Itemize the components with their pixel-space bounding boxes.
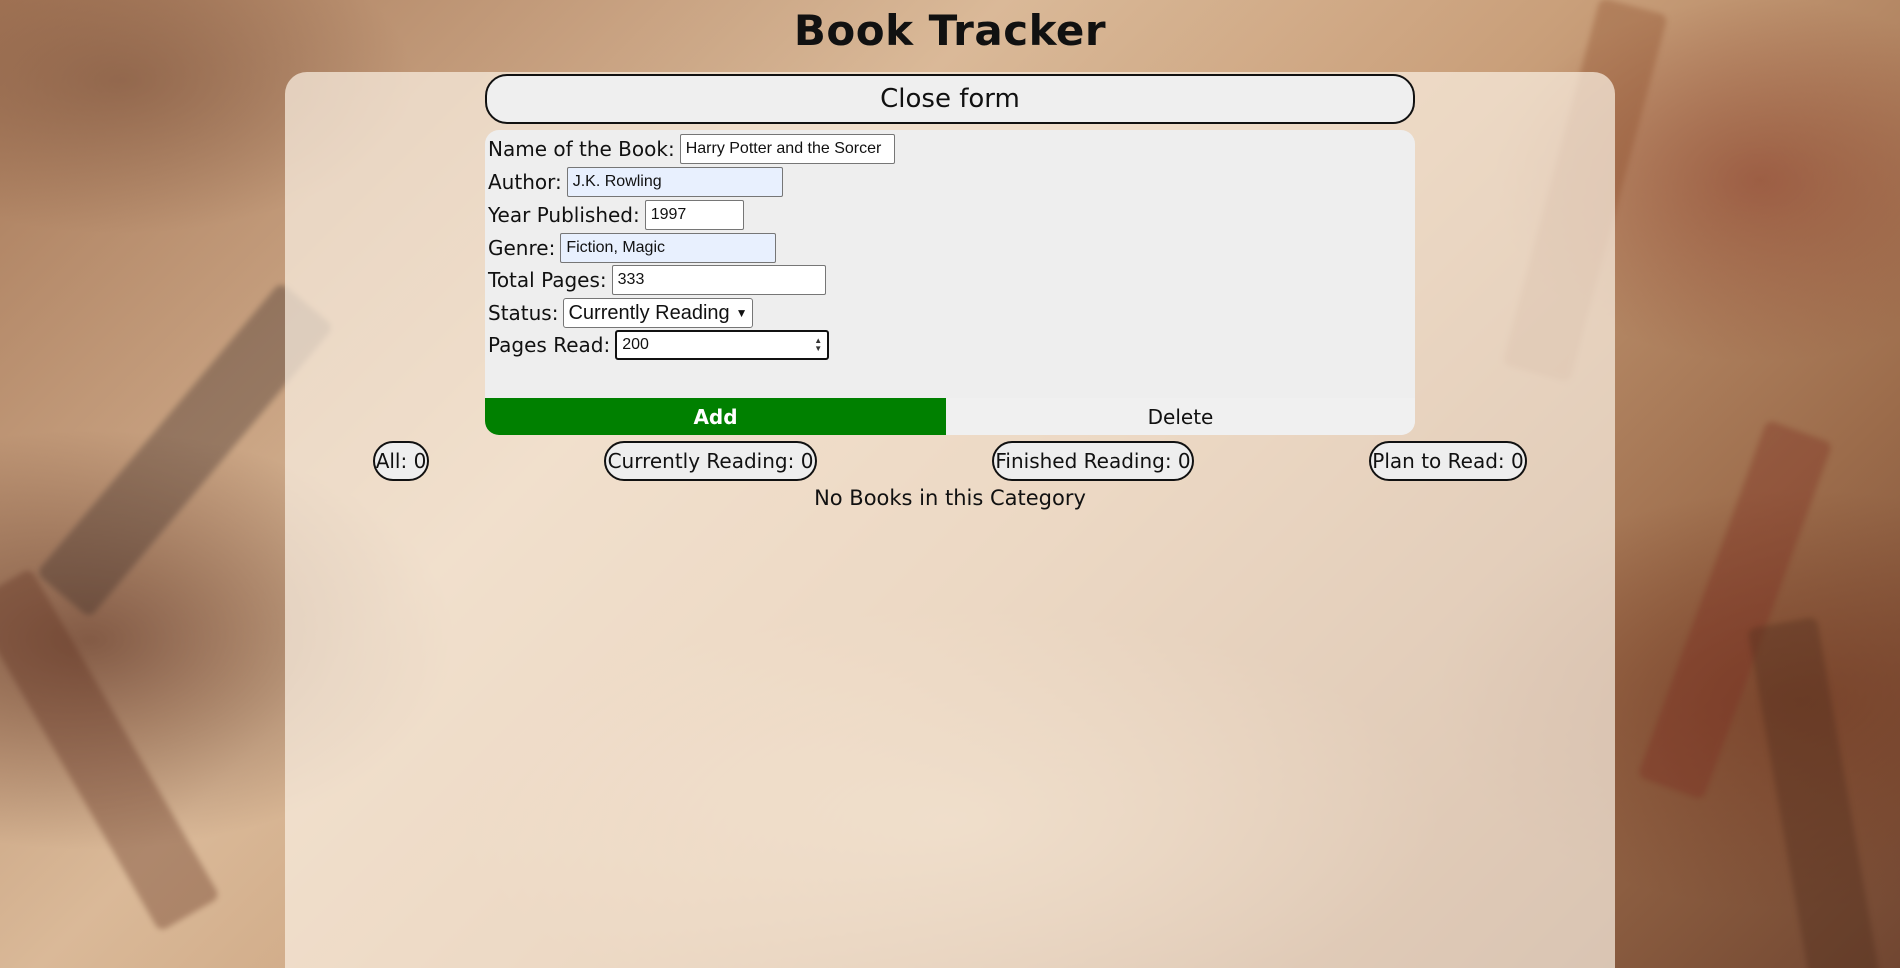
status-select[interactable]: Currently Reading ▼ <box>563 298 753 328</box>
filter-all-button[interactable]: All: 0 <box>373 441 429 481</box>
name-label: Name of the Book: <box>488 137 675 161</box>
year-label: Year Published: <box>488 203 640 227</box>
status-label: Status: <box>488 301 559 325</box>
author-row: Author: <box>488 167 783 197</box>
number-spinner-icon[interactable]: ▲ ▼ <box>814 337 822 353</box>
year-input[interactable] <box>644 200 744 230</box>
total-pages-input[interactable] <box>611 265 826 295</box>
year-row: Year Published: <box>488 200 744 230</box>
total-pages-label: Total Pages: <box>488 268 607 292</box>
status-select-value: Currently Reading <box>568 301 730 324</box>
add-book-form: Name of the Book: Author: Year Published… <box>485 130 1415 435</box>
filter-plan-to-read-button[interactable]: Plan to Read: 0 <box>1369 441 1527 481</box>
pages-read-value: 200 <box>622 336 649 353</box>
name-row: Name of the Book: <box>488 134 895 164</box>
author-input[interactable] <box>566 167 783 197</box>
filter-currently-reading-button[interactable]: Currently Reading: 0 <box>604 441 817 481</box>
delete-button[interactable]: Delete <box>946 398 1415 435</box>
author-label: Author: <box>488 170 562 194</box>
chevron-down-icon: ▼ <box>735 306 748 320</box>
pages-read-input[interactable]: 200 ▲ ▼ <box>615 330 830 360</box>
add-button[interactable]: Add <box>485 398 946 435</box>
empty-category-message: No Books in this Category <box>814 486 1086 510</box>
filter-finished-reading-button[interactable]: Finished Reading: 0 <box>992 441 1194 481</box>
genre-row: Genre: <box>488 233 777 263</box>
pages-row: Total Pages: <box>488 265 826 295</box>
genre-input[interactable] <box>560 233 777 263</box>
close-form-button[interactable]: Close form <box>485 74 1415 124</box>
status-row: Status: Currently Reading ▼ <box>488 298 753 328</box>
genre-label: Genre: <box>488 236 556 260</box>
pages-read-label: Pages Read: <box>488 333 611 357</box>
pages-read-row: Pages Read: 200 ▲ ▼ <box>488 330 830 360</box>
app-title: Book Tracker <box>793 6 1107 55</box>
book-name-input[interactable] <box>679 134 895 164</box>
